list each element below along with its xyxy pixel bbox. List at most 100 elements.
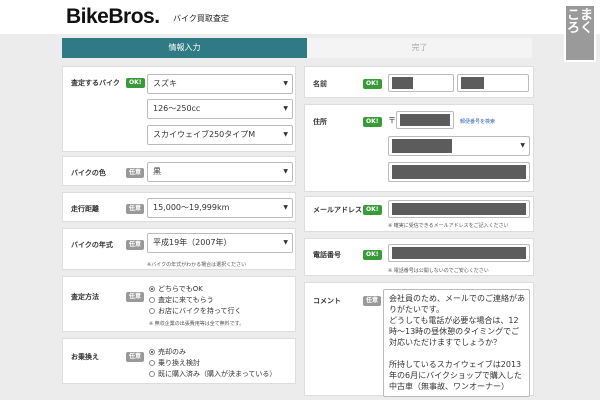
- required-badge: OK!: [363, 205, 382, 215]
- comment-textarea[interactable]: 会社員のため、メールでのご連絡があ りがたいです。 どうしても電話が必要な場合は…: [383, 289, 530, 397]
- name-panel: 名前 OK!: [304, 66, 534, 98]
- brand-subtitle: バイク買取査定: [173, 14, 229, 23]
- chevron-down-icon: ▼: [283, 204, 288, 211]
- progress-steps: 情報入力 完了: [62, 38, 532, 58]
- required-badge: OK!: [363, 79, 382, 89]
- postal-code-input[interactable]: [396, 111, 454, 129]
- chevron-down-icon: ▼: [283, 131, 288, 138]
- phone-label: 電話番号: [313, 251, 341, 259]
- color-select[interactable]: 黒 ▼: [147, 162, 293, 182]
- comment-line: 対応いただけますでしょうか？: [389, 338, 502, 347]
- mileage-label: 走行距離: [71, 205, 99, 213]
- redacted-value: [392, 247, 526, 259]
- method-note: ※ 無収企業の出張費用等は全て無料です。: [149, 321, 245, 327]
- year-select[interactable]: 平成19年（2007年） ▼: [147, 233, 293, 253]
- redacted-value: [400, 114, 450, 126]
- prefecture-select[interactable]: ▼: [388, 136, 530, 156]
- comment-line: 年の6月にバイクショップで購入した: [389, 371, 522, 380]
- year-value: 平成19年（2007年）: [153, 238, 232, 247]
- corner-badge: こま ろく: [564, 4, 596, 62]
- badge-char: く: [580, 21, 594, 36]
- first-name-input[interactable]: [457, 74, 529, 92]
- comment-line: 時～13時の昼休憩のタイミングでご: [389, 327, 520, 336]
- comment-panel: コメント 任意 会社員のため、メールでのご連絡があ りがたいです。 どうしても電…: [304, 282, 534, 397]
- year-note: ※バイクの年式がわかる場合は選択ください: [147, 262, 247, 268]
- replace-option[interactable]: 売却のみ: [149, 347, 186, 357]
- redacted-value: [392, 165, 526, 179]
- mileage-select[interactable]: 15,000～19,999km ▼: [147, 198, 293, 218]
- color-label: バイクの色: [71, 169, 106, 177]
- displacement-value: 126～250cc: [153, 104, 201, 113]
- optional-badge: 任意: [126, 292, 145, 302]
- method-option[interactable]: どちらでもOK: [149, 284, 203, 294]
- replace-option-label: 既に購入済み（購入が決まっている）: [158, 370, 277, 378]
- address-input[interactable]: [388, 162, 530, 182]
- radio-icon[interactable]: [149, 297, 155, 303]
- comment-line: どうしても電話が必要な場合は、12: [389, 316, 519, 325]
- color-value: 黒: [153, 167, 161, 176]
- optional-badge: 任意: [363, 296, 382, 306]
- required-badge: OK!: [363, 117, 382, 127]
- replace-option[interactable]: 既に購入済み（購入が決まっている）: [149, 369, 276, 379]
- optional-badge: 任意: [126, 168, 145, 178]
- email-note: ※ 確実に受信できるメールアドレスをご記入ください: [388, 223, 509, 229]
- replace-panel: お乗換え 任意 売却のみ 乗り換え検討 既に購入済み（購入が決まっている）: [62, 338, 296, 384]
- chevron-down-icon: ▼: [283, 80, 288, 87]
- displacement-select[interactable]: 126～250cc ▼: [147, 99, 293, 119]
- maker-value: スズキ: [153, 79, 177, 88]
- radio-icon[interactable]: [149, 308, 155, 314]
- chevron-down-icon: ▼: [283, 105, 288, 112]
- phone-panel: 電話番号 OK! ※ 電話番号は公開しないのでご安心ください: [304, 238, 534, 276]
- optional-badge: 任意: [126, 204, 145, 214]
- email-input[interactable]: [388, 200, 530, 218]
- method-option[interactable]: お店にバイクを持って行く: [149, 306, 242, 316]
- maker-select[interactable]: スズキ ▼: [147, 74, 293, 94]
- chevron-down-icon: ▼: [283, 168, 288, 175]
- model-select[interactable]: スカイウェイブ250タイプM ▼: [147, 125, 293, 145]
- radio-icon[interactable]: [149, 349, 155, 355]
- comment-line: りがたいです。: [389, 305, 444, 314]
- bike-panel: 査定するバイク OK! スズキ ▼ 126～250cc ▼ スカイウェイブ250タイ…: [62, 66, 296, 152]
- email-panel: メールアドレス OK! ※ 確実に受信できるメールアドレスをご記入ください: [304, 196, 534, 232]
- radio-icon[interactable]: [149, 360, 155, 366]
- comment-line: [389, 348, 524, 359]
- radio-icon[interactable]: [149, 286, 155, 292]
- color-panel: バイクの色 任意 黒 ▼: [62, 156, 296, 186]
- name-label: 名前: [313, 80, 327, 88]
- mileage-panel: 走行距離 任意 15,000～19,999km ▼: [62, 192, 296, 222]
- method-label: 査定方法: [71, 293, 99, 301]
- step-next: 完了: [307, 38, 532, 58]
- comment-label: コメント: [313, 297, 341, 305]
- chevron-down-icon: ▼: [520, 142, 525, 149]
- phone-note: ※ 電話番号は公開しないのでご安心ください: [388, 268, 489, 274]
- comment-line: 会社員のため、メールでのご連絡があ: [389, 294, 525, 303]
- bike-label: 査定するバイク: [71, 79, 120, 87]
- method-option[interactable]: 査定に来てもらう: [149, 295, 214, 305]
- address-label: 住所: [313, 118, 327, 126]
- replace-option-label: 売却のみ: [158, 348, 186, 356]
- method-option-label: 査定に来てもらう: [158, 296, 214, 304]
- year-panel: バイクの年式 任意 平成19年（2007年） ▼ ※バイクの年式がわかる場合は選択…: [62, 228, 296, 270]
- header-bar: BikeBros. バイク買取査定: [0, 0, 600, 34]
- redacted-value: [392, 139, 452, 153]
- method-option-label: どちらでもOK: [158, 285, 203, 293]
- optional-badge: 任意: [126, 240, 145, 250]
- radio-icon[interactable]: [149, 371, 155, 377]
- required-badge: OK!: [363, 250, 382, 260]
- chevron-down-icon: ▼: [283, 239, 288, 246]
- postal-search-link[interactable]: 郵便番号を検索: [460, 118, 495, 125]
- brand-logo[interactable]: BikeBros.: [66, 5, 160, 29]
- last-name-input[interactable]: [388, 74, 454, 92]
- replace-label: お乗換え: [71, 353, 99, 361]
- comment-line: 中古車（無事故、ワンオーナー）: [389, 382, 509, 391]
- method-option-label: お店にバイクを持って行く: [158, 307, 242, 315]
- comment-line: 所持しているスカイウェイブは2013: [389, 360, 522, 369]
- redacted-value: [461, 77, 484, 89]
- phone-input[interactable]: [388, 244, 530, 262]
- replace-option-label: 乗り換え検討: [158, 359, 200, 367]
- email-label: メールアドレス: [313, 206, 362, 214]
- redacted-value: [392, 77, 413, 89]
- optional-badge: 任意: [126, 352, 145, 362]
- replace-option[interactable]: 乗り換え検討: [149, 358, 200, 368]
- required-badge: OK!: [126, 78, 145, 88]
